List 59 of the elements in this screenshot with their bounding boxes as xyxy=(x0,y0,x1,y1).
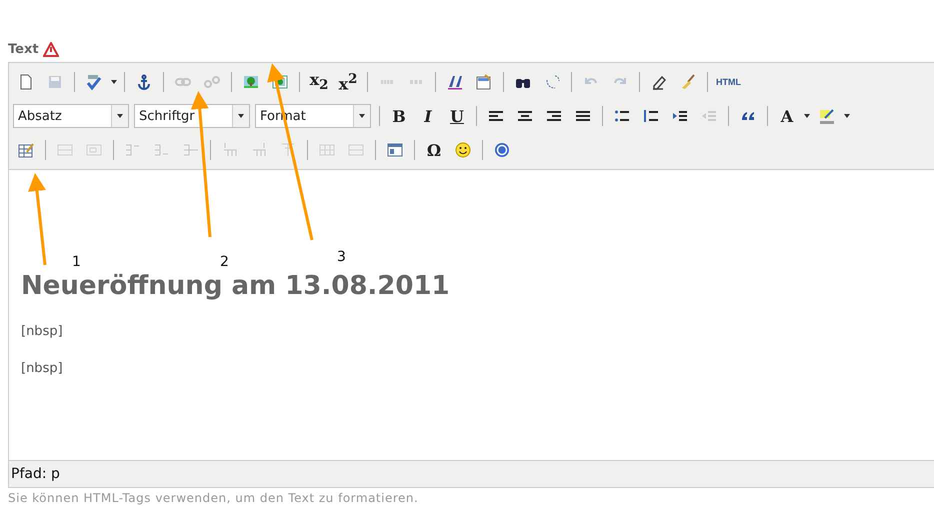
paragraph: [nbsp] xyxy=(21,361,63,376)
split-cell-icon xyxy=(319,142,335,158)
table-cell-icon xyxy=(86,142,102,158)
toolbar-button[interactable]: A xyxy=(774,103,800,129)
broom-icon xyxy=(680,74,696,90)
spellcheck-icon xyxy=(86,74,102,90)
caret-icon xyxy=(358,113,366,119)
anchor-icon xyxy=(136,74,152,90)
unlink-icon xyxy=(204,74,220,90)
caret-icon xyxy=(237,113,245,119)
hint-text: Sie können HTML-Tags verwenden, um den Text zu formatieren. xyxy=(7,490,420,505)
insert-column-icon xyxy=(222,142,238,158)
paragraph: [nbsp] xyxy=(21,324,63,339)
caret-icon[interactable] xyxy=(843,113,851,119)
table-row-icon xyxy=(57,142,73,158)
toolbar-button[interactable]: I xyxy=(415,103,441,129)
new-document-icon xyxy=(18,74,34,90)
highlight-icon xyxy=(819,108,835,124)
delete-row-icon xyxy=(183,142,199,158)
insert-row-icon xyxy=(125,142,141,158)
smiley-icon xyxy=(455,142,471,158)
style-icon xyxy=(447,74,463,90)
template-icon xyxy=(476,74,492,90)
toolbar-button[interactable]: x$^{2}$ xyxy=(335,69,361,95)
align-left-icon xyxy=(488,108,504,124)
toolbar-button[interactable]: B xyxy=(386,103,412,129)
caret-icon xyxy=(116,113,124,119)
toolbar-button[interactable]: U xyxy=(444,103,470,129)
insert-row-icon xyxy=(154,142,170,158)
heading: Neueröffnung am 13.08.2011 xyxy=(21,272,450,300)
toolbar-button[interactable]: x$_{2}$ xyxy=(306,69,332,95)
layer-icon xyxy=(387,142,403,158)
indent-icon xyxy=(672,108,688,124)
annotation-number: 3 xyxy=(337,249,346,265)
image-icon xyxy=(243,74,259,90)
save-icon xyxy=(47,74,63,90)
html-button[interactable]: HTML xyxy=(714,69,743,95)
caret-icon[interactable] xyxy=(110,79,118,85)
caret-icon[interactable] xyxy=(803,113,811,119)
dropdown[interactable]: Schriftgr xyxy=(134,104,250,128)
annotation-number: 1 xyxy=(72,254,81,270)
table-edit-icon xyxy=(18,142,34,158)
insert-column-icon xyxy=(251,142,267,158)
merge-cell-icon xyxy=(348,142,364,158)
eraser-icon xyxy=(651,74,667,90)
numbered-list-icon xyxy=(643,108,659,124)
dropdown[interactable]: Absatz xyxy=(13,104,129,128)
annotation-number: 2 xyxy=(220,254,229,270)
field-label: Text xyxy=(8,42,39,56)
warning-icon xyxy=(42,42,59,56)
outdent-icon xyxy=(701,108,717,124)
justify-icon xyxy=(575,108,591,124)
align-center-icon xyxy=(517,108,533,124)
delete-column-icon xyxy=(280,142,296,158)
align-right-icon xyxy=(546,108,562,124)
bullet-list-icon xyxy=(614,108,630,124)
toolbar-button[interactable]: Ω xyxy=(421,137,447,163)
path-label: Pfad: p xyxy=(11,466,60,482)
help-icon xyxy=(494,142,510,158)
